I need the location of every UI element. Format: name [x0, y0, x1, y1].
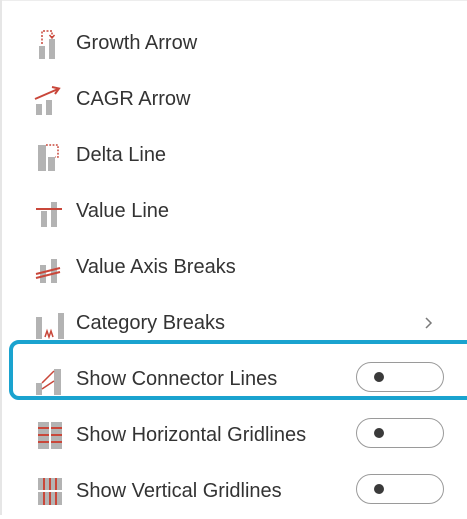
horizontal-gridlines-icon: [38, 422, 62, 449]
menu-item-cagr-arrow[interactable]: CAGR Arrow: [0, 71, 467, 127]
menu-item-growth-arrow[interactable]: Growth Arrow: [0, 15, 467, 71]
menu-item-label: CAGR Arrow: [76, 88, 191, 110]
menu-item-label: Value Axis Breaks: [76, 256, 236, 278]
menu-item-label: Value Line: [76, 200, 170, 222]
chevron-right-icon: [425, 317, 433, 329]
value-line-icon: [36, 202, 62, 227]
menu-item-label: Growth Arrow: [76, 32, 198, 54]
growth-arrow-icon: [39, 30, 56, 59]
chart-decorations-menu: Growth Arrow CAGR Arrow Delta Line Value…: [0, 0, 467, 515]
menu-item-label: Show Vertical Gridlines: [76, 480, 282, 502]
toggle-knob: [374, 428, 384, 438]
menu-item-show-vertical-gridlines[interactable]: Show Vertical Gridlines: [0, 463, 467, 519]
vertical-gridlines-toggle[interactable]: [356, 474, 444, 504]
value-axis-breaks-icon: [35, 259, 61, 283]
focus-highlight-frame: [9, 340, 467, 400]
cagr-arrow-icon: [34, 86, 61, 115]
menu-item-label: Show Horizontal Gridlines: [76, 424, 307, 446]
menu-top-border: [0, 0, 467, 1]
toggle-knob: [374, 484, 384, 494]
menu-item-label: Delta Line: [76, 144, 167, 166]
category-breaks-icon: [36, 313, 64, 339]
menu-item-delta-line[interactable]: Delta Line: [0, 127, 467, 183]
vertical-gridlines-icon: [38, 478, 62, 505]
menu-item-value-axis-breaks[interactable]: Value Axis Breaks: [0, 239, 467, 295]
menu-item-show-horizontal-gridlines[interactable]: Show Horizontal Gridlines: [0, 407, 467, 463]
menu-item-value-line[interactable]: Value Line: [0, 183, 467, 239]
delta-line-icon: [38, 144, 59, 171]
horizontal-gridlines-toggle[interactable]: [356, 418, 444, 448]
